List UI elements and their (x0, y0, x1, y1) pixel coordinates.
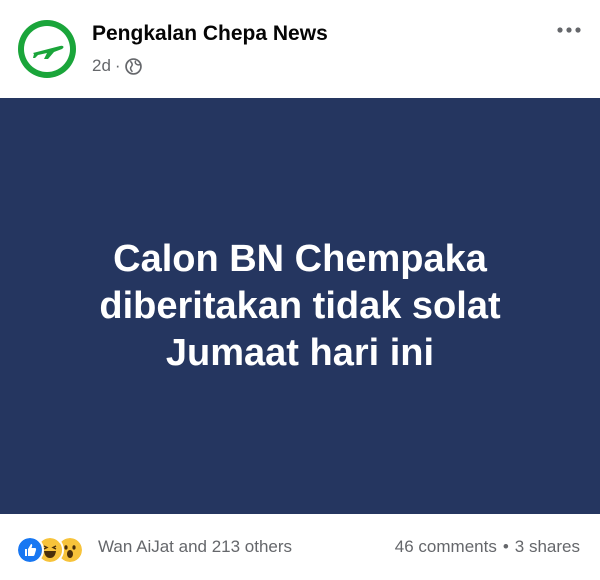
airplane-icon (33, 45, 64, 59)
like-icon (16, 536, 44, 564)
engagement-stats: 46 comments • 3 shares (395, 537, 580, 557)
shares-count[interactable]: 3 shares (515, 537, 580, 556)
comments-count[interactable]: 46 comments (395, 537, 497, 556)
globe-icon (124, 57, 142, 75)
stats-separator: • (502, 537, 509, 556)
more-options-icon[interactable] (556, 20, 582, 40)
page-avatar[interactable] (18, 20, 76, 78)
post-header: Pengkalan Chepa News 2d · (0, 0, 600, 98)
meta-separator: · (114, 56, 121, 75)
reaction-icons[interactable] (16, 536, 96, 564)
page-name[interactable]: Pengkalan Chepa News (92, 22, 328, 46)
post-footer: Wan AiJat and 213 others 46 comments • 3 s… (0, 514, 600, 580)
post-meta: 2d · (92, 56, 142, 76)
reaction-summary[interactable]: Wan AiJat and 213 others (98, 537, 292, 557)
post-time[interactable]: 2d (92, 56, 111, 76)
post-banner[interactable]: Calon BN Chempaka diberitakan tidak sola… (0, 98, 600, 514)
banner-text: Calon BN Chempaka diberitakan tidak sola… (99, 237, 501, 374)
